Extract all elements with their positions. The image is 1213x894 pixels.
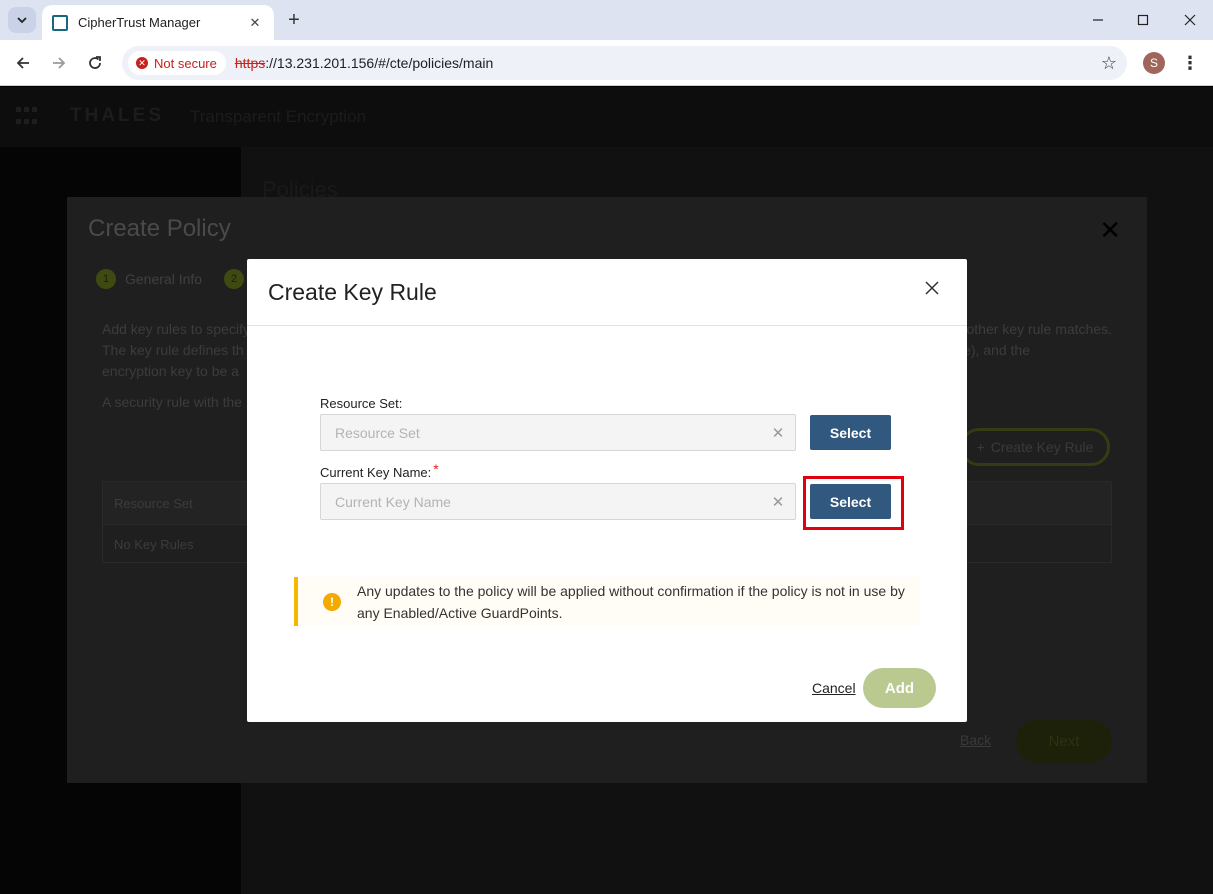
next-button[interactable]: Next	[1016, 719, 1112, 763]
address-bar[interactable]: ✕ Not secure https://13.231.201.156/#/ct…	[122, 46, 1127, 80]
modal-header: Create Key Rule	[247, 259, 967, 326]
tab-search-button[interactable]	[8, 7, 36, 33]
cancel-link[interactable]: Cancel	[812, 680, 856, 696]
bookmark-star-icon[interactable]: ☆	[1101, 53, 1117, 74]
required-marker: *	[433, 461, 439, 477]
tab-favicon-icon	[52, 14, 68, 31]
chevron-down-icon	[17, 17, 27, 24]
security-chip[interactable]: ✕ Not secure	[128, 51, 226, 75]
brand-logo: THALES	[70, 105, 164, 126]
step-label: General Info	[125, 271, 203, 287]
url-text: https://13.231.201.156/#/cte/policies/ma…	[235, 55, 493, 71]
tab-close-icon[interactable]: ✕	[246, 15, 264, 31]
browser-toolbar: ✕ Not secure https://13.231.201.156/#/ct…	[0, 40, 1213, 86]
wizard-step-1: 1 General Info	[96, 269, 202, 289]
wizard-title: Create Policy	[88, 215, 231, 242]
resource-set-label: Resource Set:	[320, 396, 403, 411]
alert-text: Any updates to the policy will be applie…	[357, 582, 905, 621]
browser-menu-icon[interactable]: ⋮	[1180, 51, 1200, 75]
modal-title: Create Key Rule	[268, 279, 437, 305]
url-rest: ://13.231.201.156/#/cte/policies/main	[265, 55, 494, 71]
step-number: 2	[224, 269, 244, 289]
new-tab-icon[interactable]: +	[282, 8, 306, 32]
back-link[interactable]: Back	[960, 732, 991, 748]
warning-icon: ✕	[136, 57, 148, 69]
minimize-icon[interactable]	[1088, 10, 1108, 30]
wizard-description-2: A security rule with the	[102, 394, 243, 410]
back-arrow-icon[interactable]	[11, 51, 35, 75]
app-header: THALES Transparent Encryption	[0, 87, 1213, 147]
warning-icon: !	[323, 592, 341, 611]
security-label: Not secure	[154, 55, 217, 71]
current-key-name-input[interactable]	[335, 493, 761, 510]
profile-avatar[interactable]: S	[1143, 52, 1165, 74]
tab-title: CipherTrust Manager	[78, 15, 201, 30]
maximize-icon[interactable]	[1133, 10, 1153, 30]
window-close-icon[interactable]	[1180, 10, 1200, 30]
current-key-name-label: Current Key Name: *	[320, 461, 439, 480]
step-number: 1	[96, 269, 116, 289]
plus-icon: +	[976, 439, 985, 455]
current-key-name-field[interactable]: ✕	[320, 483, 796, 520]
create-key-rule-button[interactable]: + Create Key Rule	[960, 428, 1110, 466]
resource-set-field[interactable]: ✕	[320, 414, 796, 451]
clear-icon[interactable]: ✕	[761, 424, 795, 442]
clear-icon[interactable]: ✕	[761, 493, 795, 511]
product-name: Transparent Encryption	[190, 107, 367, 126]
create-key-rule-modal: Create Key Rule Resource Set: ✕ Select C…	[247, 259, 967, 722]
browser-titlebar: CipherTrust Manager ✕ +	[0, 0, 1213, 40]
app-grid-icon	[16, 107, 38, 127]
warning-alert: ! Any updates to the policy will be appl…	[294, 577, 920, 626]
reload-icon[interactable]	[83, 51, 107, 75]
wizard-close-icon[interactable]: ✕	[1099, 215, 1121, 246]
highlight-annotation	[803, 476, 904, 530]
close-icon[interactable]	[922, 278, 942, 298]
add-button[interactable]: Add	[863, 668, 936, 708]
resource-set-input[interactable]	[335, 424, 761, 441]
resource-set-select-button[interactable]: Select	[810, 415, 891, 450]
forward-arrow-icon[interactable]	[47, 51, 71, 75]
url-scheme: https	[234, 55, 266, 71]
browser-tab[interactable]: CipherTrust Manager ✕	[42, 5, 274, 40]
